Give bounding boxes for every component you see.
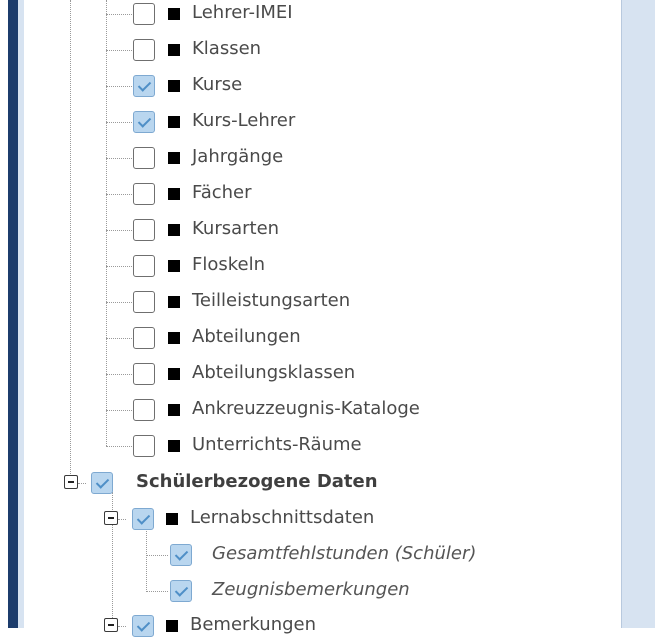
- tree-item-label: Abteilungsklassen: [192, 362, 356, 383]
- tree-connector: [146, 591, 168, 592]
- tree-connector: [106, 194, 132, 195]
- tree-connector: [106, 302, 132, 303]
- left-frame-bar: [8, 0, 18, 628]
- tree-item[interactable]: Kurse: [106, 71, 506, 101]
- color-square-icon: [168, 260, 180, 272]
- tree-item[interactable]: Kurs-Lehrer: [106, 107, 506, 137]
- tree-item-label: Kurs-Lehrer: [192, 110, 296, 131]
- tree-item-label: Klassen: [192, 38, 262, 59]
- tree-subitem-checkbox[interactable]: [170, 580, 192, 602]
- right-panel-border: [621, 0, 655, 628]
- tree-item-checkbox[interactable]: [133, 327, 155, 349]
- tree-subgroup-checkbox[interactable]: [132, 615, 154, 637]
- color-square-icon: [166, 513, 178, 525]
- tree-item[interactable]: Unterrichts-Räume: [106, 431, 506, 461]
- collapse-icon[interactable]: [104, 511, 118, 525]
- color-square-icon: [168, 80, 180, 92]
- tree-connector: [106, 122, 132, 123]
- tree-item-checkbox[interactable]: [133, 183, 155, 205]
- tree-connector: [106, 266, 132, 267]
- tree-connector: [106, 410, 132, 411]
- tree-item-label: Unterrichts-Räume: [192, 434, 362, 455]
- tree-item-label: Ankreuzzeugnis-Kataloge: [192, 398, 420, 419]
- tree-item-checkbox[interactable]: [133, 3, 155, 25]
- collapse-icon[interactable]: [104, 618, 118, 632]
- tree-connector: [118, 519, 126, 520]
- tree-item[interactable]: Fächer: [106, 179, 506, 209]
- tree-subgroup[interactable]: Lernabschnittsdaten: [94, 504, 594, 534]
- tree-subitem-label: Zeugnisbemerkungen: [212, 579, 410, 600]
- tree-item-checkbox[interactable]: [133, 219, 155, 241]
- tree-item[interactable]: Lehrer-IMEI: [106, 0, 506, 29]
- tree-item[interactable]: Klassen: [106, 35, 506, 65]
- tree-connector: [106, 338, 132, 339]
- tree-item-checkbox[interactable]: [133, 147, 155, 169]
- tree-item-label: Abteilungen: [192, 326, 301, 347]
- tree-connector: [106, 50, 132, 51]
- tree-connector: [106, 158, 132, 159]
- tree-subitem[interactable]: Zeugnisbemerkungen: [146, 576, 646, 606]
- color-square-icon: [168, 44, 180, 56]
- tree-subitem-checkbox[interactable]: [170, 544, 192, 566]
- color-square-icon: [166, 620, 178, 632]
- tree-connector: [146, 555, 168, 556]
- tree-item-label: Kurse: [192, 74, 243, 95]
- tree-item[interactable]: Abteilungen: [106, 323, 506, 353]
- tree-item-checkbox[interactable]: [133, 291, 155, 313]
- tree-subgroup-label: Bemerkungen: [190, 614, 317, 635]
- tree-item-label: Fächer: [192, 182, 252, 203]
- tree-connector: [106, 374, 132, 375]
- tree-connector: [106, 14, 132, 15]
- color-square-icon: [168, 224, 180, 236]
- tree-item-checkbox[interactable]: [133, 39, 155, 61]
- tree-subgroup-label: Lernabschnittsdaten: [190, 507, 375, 528]
- tree-subgroup[interactable]: Bemerkungen: [94, 611, 594, 641]
- tree-item[interactable]: Jahrgänge: [106, 143, 506, 173]
- tree-connector: [106, 446, 132, 447]
- tree-item[interactable]: Teilleistungsarten: [106, 287, 506, 317]
- color-square-icon: [168, 368, 180, 380]
- tree-connector: [70, 0, 71, 478]
- color-square-icon: [168, 152, 180, 164]
- tree-item-checkbox[interactable]: [133, 363, 155, 385]
- color-square-icon: [168, 404, 180, 416]
- color-square-icon: [168, 296, 180, 308]
- tree-item[interactable]: Kursarten: [106, 215, 506, 245]
- tree-item-label: Teilleistungsarten: [192, 290, 351, 311]
- tree-item[interactable]: Ankreuzzeugnis-Kataloge: [106, 395, 506, 425]
- tree-item[interactable]: Abteilungsklassen: [106, 359, 506, 389]
- tree-item-checkbox[interactable]: [133, 435, 155, 457]
- tree-item-label: Kursarten: [192, 218, 280, 239]
- color-square-icon: [168, 332, 180, 344]
- tree-item-checkbox[interactable]: [133, 255, 155, 277]
- tree-connector: [106, 86, 132, 87]
- tree-subgroup-checkbox[interactable]: [132, 508, 154, 530]
- tree-item-label: Jahrgänge: [192, 146, 284, 167]
- tree-connector: [118, 626, 126, 627]
- collapse-icon[interactable]: [64, 475, 78, 489]
- tree-group-label: Schülerbezogene Daten: [136, 471, 378, 492]
- tree-item[interactable]: Floskeln: [106, 251, 506, 281]
- tree-subitem-label: Gesamtfehlstunden (Schüler): [212, 543, 477, 564]
- tree-group[interactable]: Schülerbezogene Daten: [54, 468, 554, 498]
- tree-item-checkbox[interactable]: [133, 75, 155, 97]
- color-square-icon: [168, 188, 180, 200]
- tree-connector: [106, 230, 132, 231]
- color-square-icon: [168, 116, 180, 128]
- tree-item-checkbox[interactable]: [133, 399, 155, 421]
- export-tree: Lehrer-IMEI Klassen Kurse Kurs-Lehrer Ja…: [24, 0, 621, 637]
- tree-subitem[interactable]: Gesamtfehlstunden (Schüler): [146, 540, 646, 570]
- window-edge: [0, 0, 8, 628]
- tree-item-label: Lehrer-IMEI: [192, 2, 293, 23]
- tree-group-checkbox[interactable]: [91, 472, 113, 494]
- color-square-icon: [168, 8, 180, 20]
- tree-item-checkbox[interactable]: [133, 111, 155, 133]
- color-square-icon: [168, 440, 180, 452]
- tree-connector: [78, 483, 86, 484]
- tree-item-label: Floskeln: [192, 254, 266, 275]
